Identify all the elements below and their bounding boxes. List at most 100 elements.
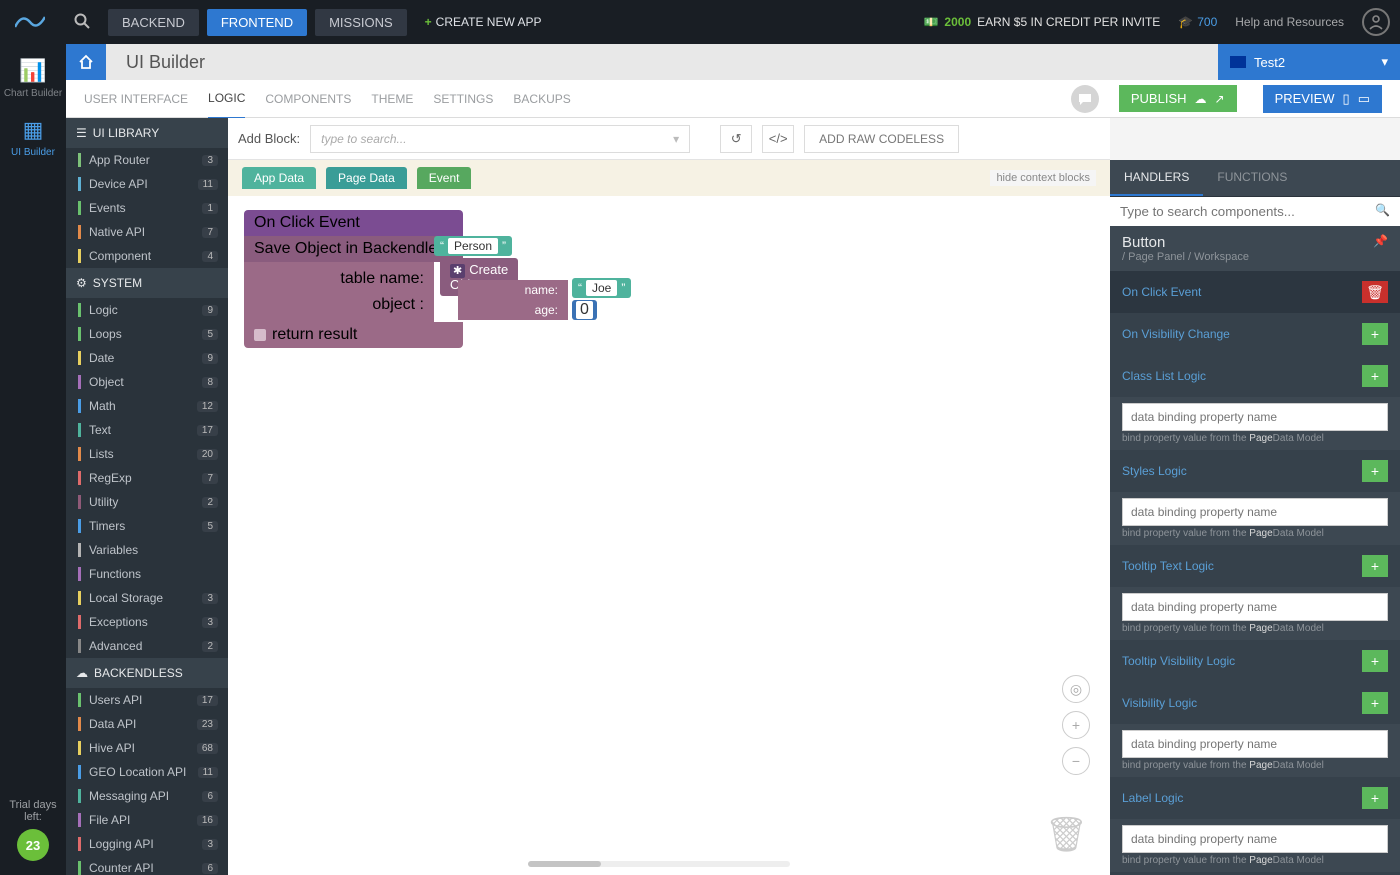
add-handler-button[interactable]: + — [1362, 650, 1388, 672]
trial-days-badge[interactable]: 23 — [17, 829, 49, 861]
ctx-page-data[interactable]: Page Data — [326, 167, 407, 189]
lib-item[interactable]: Hive API68 — [66, 736, 228, 760]
lib-item[interactable]: GEO Location API11 — [66, 760, 228, 784]
tab-handlers[interactable]: HANDLERS — [1110, 160, 1203, 196]
help-link[interactable]: Help and Resources — [1235, 15, 1344, 29]
handler-row[interactable]: On Click Event 🗑 — [1110, 271, 1400, 313]
binding-input[interactable] — [1122, 730, 1388, 758]
pin-icon[interactable]: 📌 — [1373, 234, 1388, 248]
block-age-value[interactable]: 0 — [572, 300, 597, 320]
add-handler-button[interactable]: + — [1362, 460, 1388, 482]
block-search[interactable]: type to search... ▾ — [310, 125, 690, 153]
binding-input[interactable] — [1122, 498, 1388, 526]
subtab-settings[interactable]: SETTINGS — [433, 80, 493, 118]
delete-handler-button[interactable]: 🗑 — [1362, 281, 1388, 303]
lib-item[interactable]: Date9 — [66, 346, 228, 370]
handler-label[interactable]: On Visibility Change — [1122, 327, 1230, 341]
binding-input[interactable] — [1122, 403, 1388, 431]
canvas[interactable]: App Data Page Data Event hide context bl… — [228, 160, 1110, 875]
search-icon[interactable]: 🔍 — [1375, 203, 1390, 217]
credit-info[interactable]: 💵 2000 EARN $5 IN CREDIT PER INVITE — [923, 15, 1160, 29]
block-person-value[interactable]: “Person” — [434, 236, 512, 256]
rail-ui-builder[interactable]: ▦ UI Builder — [3, 117, 63, 158]
zoom-in-button[interactable]: + — [1062, 711, 1090, 739]
return-result[interactable]: return result — [244, 322, 463, 348]
handler-label[interactable]: On Click Event — [1122, 285, 1201, 299]
lib-item[interactable]: Logging API3 — [66, 832, 228, 856]
tab-functions[interactable]: FUNCTIONS — [1203, 160, 1301, 196]
lib-item[interactable]: Timers5 — [66, 514, 228, 538]
handler-label[interactable]: Tooltip Visibility Logic — [1122, 654, 1235, 668]
subtab-logic[interactable]: LOGIC — [208, 79, 245, 119]
lib-section-backendless[interactable]: ☁BACKENDLESS — [66, 658, 228, 688]
lib-section-system[interactable]: ⚙SYSTEM — [66, 268, 228, 298]
add-raw-codeless-button[interactable]: ADD RAW CODELESS — [804, 125, 959, 153]
horizontal-scrollbar[interactable] — [528, 861, 790, 867]
subtab-backups[interactable]: BACKUPS — [513, 80, 570, 118]
lib-item[interactable]: Lists20 — [66, 442, 228, 466]
gear-icon[interactable]: ✱ — [450, 264, 465, 278]
handler-row[interactable]: On Visibility Change + — [1110, 313, 1400, 355]
handler-row[interactable]: Styles Logic + — [1110, 450, 1400, 492]
block-save-object[interactable]: Save Object in Backendless — [244, 236, 463, 262]
lib-item[interactable]: Events1 — [66, 196, 228, 220]
lib-item[interactable]: Text17 — [66, 418, 228, 442]
lib-item[interactable]: Messaging API6 — [66, 784, 228, 808]
lib-item[interactable]: Math12 — [66, 394, 228, 418]
lib-item[interactable]: Component4 — [66, 244, 228, 268]
handler-label[interactable]: Class List Logic — [1122, 369, 1206, 383]
lib-item[interactable]: Object8 — [66, 370, 228, 394]
lib-item[interactable]: Data API23 — [66, 712, 228, 736]
grad-info[interactable]: 🎓 700 — [1178, 15, 1217, 29]
center-button[interactable]: ◎ — [1062, 675, 1090, 703]
lib-item[interactable]: App Router3 — [66, 148, 228, 172]
handler-row[interactable]: Tooltip Visibility Logic + — [1110, 640, 1400, 682]
lib-item[interactable]: Counter API6 — [66, 856, 228, 875]
tab-missions[interactable]: MISSIONS — [315, 9, 407, 36]
lib-item[interactable]: Functions — [66, 562, 228, 586]
binding-input[interactable] — [1122, 825, 1388, 853]
handler-row[interactable]: Class List Logic + — [1110, 355, 1400, 397]
home-button[interactable] — [66, 44, 106, 80]
add-handler-button[interactable]: + — [1362, 555, 1388, 577]
handler-row[interactable]: Label Logic + — [1110, 777, 1400, 819]
block-onclick-head[interactable]: On Click Event — [244, 210, 463, 236]
lib-item[interactable]: Native API7 — [66, 220, 228, 244]
lib-item[interactable]: Utility2 — [66, 490, 228, 514]
subtab-components[interactable]: COMPONENTS — [265, 80, 351, 118]
avatar[interactable] — [1362, 8, 1390, 36]
tab-backend[interactable]: BACKEND — [108, 9, 199, 36]
lib-item[interactable]: Variables — [66, 538, 228, 562]
handler-label[interactable]: Styles Logic — [1122, 464, 1187, 478]
zoom-out-button[interactable]: − — [1062, 747, 1090, 775]
rail-chart-builder[interactable]: 📊 Chart Builder — [3, 58, 63, 99]
create-app-button[interactable]: + CREATE NEW APP — [425, 15, 542, 29]
binding-input[interactable] — [1122, 593, 1388, 621]
lib-item[interactable]: Exceptions3 — [66, 610, 228, 634]
add-handler-button[interactable]: + — [1362, 692, 1388, 714]
lib-item[interactable]: File API16 — [66, 808, 228, 832]
component-search-input[interactable] — [1110, 197, 1400, 226]
chat-icon[interactable] — [1071, 85, 1099, 113]
lib-section-ui[interactable]: ☰UI LIBRARY — [66, 118, 228, 148]
subtab-user-interface[interactable]: USER INTERFACE — [84, 80, 188, 118]
handler-label[interactable]: Tooltip Text Logic — [1122, 559, 1214, 573]
hide-context-button[interactable]: hide context blocks — [990, 170, 1096, 186]
tab-frontend[interactable]: FRONTEND — [207, 9, 307, 36]
handler-row[interactable]: Visibility Logic+ — [1110, 682, 1400, 724]
lib-item[interactable]: Users API17 — [66, 688, 228, 712]
lib-item[interactable]: Advanced2 — [66, 634, 228, 658]
undo-button[interactable]: ↺ — [720, 125, 752, 153]
search-icon[interactable] — [74, 13, 94, 32]
add-handler-button[interactable]: + — [1362, 787, 1388, 809]
add-handler-button[interactable]: + — [1362, 365, 1388, 387]
handler-label[interactable]: Label Logic — [1122, 791, 1183, 805]
subtab-theme[interactable]: THEME — [371, 80, 413, 118]
add-handler-button[interactable]: + — [1362, 323, 1388, 345]
preview-button[interactable]: PREVIEW ▯ ▭ — [1263, 85, 1382, 113]
block-joe-value[interactable]: “Joe” — [572, 278, 631, 298]
lib-item[interactable]: RegExp7 — [66, 466, 228, 490]
code-button[interactable]: </> — [762, 125, 794, 153]
trash-icon[interactable]: 🗑 — [1045, 815, 1088, 855]
ctx-app-data[interactable]: App Data — [242, 167, 316, 189]
